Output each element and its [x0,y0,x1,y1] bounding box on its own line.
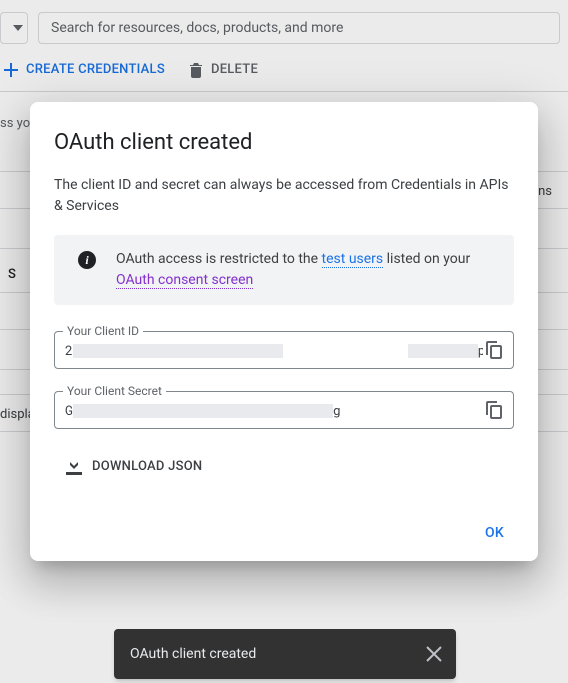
info-text: OAuth access is restricted to the test u… [116,249,494,291]
dialog-subtitle: The client ID and secret can always be a… [54,175,514,217]
snackbar-message: OAuth client created [130,646,256,662]
copy-icon [486,341,502,359]
copy-icon [486,401,502,419]
client-secret-field: Your Client Secret Gg [54,391,514,429]
download-icon [66,457,82,475]
client-id-value[interactable]: 2 ps.g [65,341,483,359]
client-id-field: Your Client ID 2 ps.g [54,331,514,369]
download-json-label: DOWNLOAD JSON [92,459,202,474]
client-secret-label: Your Client Secret [63,384,166,398]
close-icon [426,646,442,662]
info-banner: i OAuth access is restricted to the test… [54,235,514,305]
dialog-title: OAuth client created [54,130,514,155]
ok-button[interactable]: OK [485,525,504,541]
download-json-button[interactable]: DOWNLOAD JSON [54,451,514,475]
client-secret-value[interactable]: Gg [65,401,483,419]
snackbar-close-button[interactable] [426,646,442,662]
copy-client-secret-button[interactable] [483,399,505,421]
oauth-created-dialog: OAuth client created The client ID and s… [30,102,538,561]
test-users-link[interactable]: test users [322,251,384,268]
client-id-label: Your Client ID [63,324,143,338]
consent-screen-link[interactable]: OAuth consent screen [116,272,253,289]
copy-client-id-button[interactable] [483,339,505,361]
snackbar: OAuth client created [114,629,456,679]
info-icon: i [78,251,96,269]
